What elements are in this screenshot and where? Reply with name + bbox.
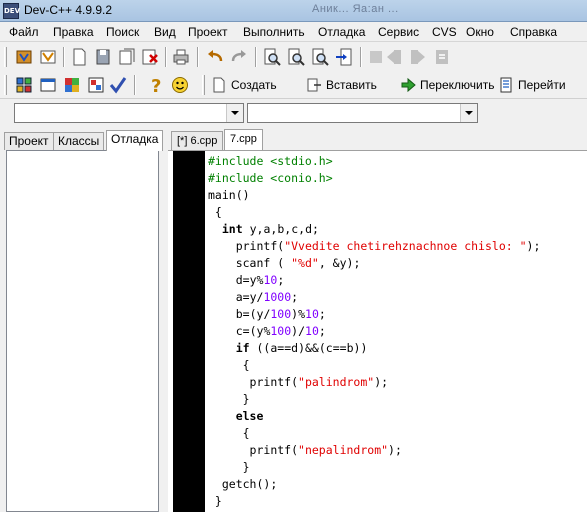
project-icon[interactable] bbox=[14, 47, 34, 67]
toggle-button[interactable]: Переключить bbox=[400, 75, 494, 95]
help-icon[interactable]: ? bbox=[146, 75, 166, 95]
code-line[interactable]: { bbox=[208, 425, 250, 442]
code-line[interactable]: a=y/1000; bbox=[208, 289, 298, 306]
insert-button[interactable]: Вставить bbox=[306, 75, 377, 95]
tab-project[interactable]: Проект bbox=[4, 132, 54, 150]
main-toolbar bbox=[0, 43, 587, 71]
code-line[interactable]: { bbox=[208, 204, 222, 221]
tab-debug[interactable]: Отладка bbox=[106, 130, 164, 151]
code-area[interactable]: #include <stdio.h> #include <conio.h> main… bbox=[208, 153, 587, 511]
find-next-icon[interactable] bbox=[310, 47, 330, 67]
code-line[interactable]: getch(); bbox=[208, 476, 277, 493]
replace-icon[interactable] bbox=[286, 47, 306, 67]
undo-icon[interactable] bbox=[205, 47, 225, 67]
debug-panel[interactable] bbox=[6, 150, 159, 512]
redo-icon[interactable] bbox=[229, 47, 249, 67]
svg-text:?: ? bbox=[151, 76, 161, 95]
code-line[interactable]: else bbox=[208, 408, 264, 425]
code-line[interactable]: if ((a==d)&&(c==b)) bbox=[208, 340, 368, 357]
menu-edit[interactable]: Правка bbox=[53, 25, 94, 39]
new-class-icon bbox=[213, 77, 225, 93]
code-line[interactable]: #include <stdio.h> bbox=[208, 153, 333, 170]
code-line[interactable]: { bbox=[208, 357, 250, 374]
devcpp-icon: DEV bbox=[3, 3, 20, 19]
find-icon[interactable] bbox=[262, 47, 282, 67]
tab-6cpp[interactable]: [*] 6.cpp bbox=[171, 131, 224, 150]
code-line[interactable]: int y,a,b,c,d; bbox=[208, 221, 319, 238]
code-line[interactable]: printf("Vvedite chetirehznachnoe chislo:… bbox=[208, 238, 541, 255]
print-icon[interactable] bbox=[171, 47, 191, 67]
code-line[interactable]: } bbox=[208, 459, 250, 476]
bookmarks-list-icon[interactable] bbox=[432, 47, 452, 67]
menu-project[interactable]: Проект bbox=[188, 25, 228, 39]
new-file-icon[interactable] bbox=[69, 47, 89, 67]
goto-line-icon[interactable] bbox=[334, 47, 354, 67]
code-line[interactable]: scanf ( "%d", &y); bbox=[208, 255, 361, 272]
toolbar-grip[interactable] bbox=[202, 75, 205, 95]
menu-view[interactable]: Вид bbox=[154, 25, 176, 39]
code-line[interactable]: printf("palindrom"); bbox=[208, 374, 389, 391]
check-syntax-icon[interactable] bbox=[108, 75, 128, 95]
editor-tabs: [*] 6.cpp 7.cpp bbox=[168, 128, 587, 150]
toggle-bookmark-icon[interactable] bbox=[366, 47, 386, 67]
save-all-icon[interactable] bbox=[117, 47, 137, 67]
prev-bookmark-icon[interactable] bbox=[384, 47, 404, 67]
code-line[interactable]: } bbox=[208, 391, 250, 408]
class-combo[interactable] bbox=[14, 103, 244, 123]
menu-cvs[interactable]: CVS bbox=[432, 25, 457, 39]
secondary-toolbar: ? Создать Вставить Переключить Перейти bbox=[0, 71, 587, 99]
toolbar-grip[interactable] bbox=[4, 75, 7, 95]
rebuild-icon[interactable] bbox=[86, 75, 106, 95]
code-line[interactable]: b=(y/100)%10; bbox=[208, 306, 326, 323]
code-line[interactable]: c=(y%100)/10; bbox=[208, 323, 326, 340]
code-line[interactable]: d=y%10; bbox=[208, 272, 285, 289]
title-bar: DEV Dev-C++ 4.9.9.2 Аник... Яа:ан ... bbox=[0, 0, 587, 22]
close-file-icon[interactable] bbox=[140, 47, 160, 67]
menu-bar: Файл Правка Поиск Вид Проект Выполнить О… bbox=[0, 22, 587, 42]
run-icon[interactable] bbox=[38, 75, 58, 95]
create-button[interactable]: Создать bbox=[211, 75, 277, 95]
compile-icon[interactable] bbox=[14, 75, 34, 95]
line-gutter bbox=[173, 151, 205, 512]
class-browser-combos bbox=[0, 99, 587, 126]
save-icon[interactable] bbox=[93, 47, 113, 67]
compile-run-icon[interactable] bbox=[62, 75, 82, 95]
chevron-down-icon[interactable] bbox=[226, 104, 243, 122]
menu-file[interactable]: Файл bbox=[9, 25, 39, 39]
background-window-tabs: Аник... Яа:ан ... bbox=[312, 3, 399, 15]
code-line[interactable]: #include <conio.h> bbox=[208, 170, 333, 187]
next-bookmark-icon[interactable] bbox=[408, 47, 428, 67]
tab-classes[interactable]: Классы bbox=[53, 132, 105, 150]
left-panel: Проект Классы Отладка bbox=[0, 128, 164, 512]
toolbar-grip[interactable] bbox=[4, 47, 7, 67]
menu-search[interactable]: Поиск bbox=[106, 25, 139, 39]
menu-debug[interactable]: Отладка bbox=[318, 25, 365, 39]
tab-7cpp[interactable]: 7.cpp bbox=[224, 129, 263, 150]
code-editor[interactable]: #include <stdio.h> #include <conio.h> main… bbox=[168, 150, 587, 512]
menu-window[interactable]: Окно bbox=[466, 25, 494, 39]
insert-icon bbox=[307, 78, 321, 92]
menu-tools[interactable]: Сервис bbox=[378, 25, 419, 39]
chevron-down-icon[interactable] bbox=[460, 104, 477, 122]
menu-run[interactable]: Выполнить bbox=[243, 25, 305, 39]
window-title: Dev-C++ 4.9.9.2 bbox=[24, 3, 113, 17]
open-icon[interactable] bbox=[38, 47, 58, 67]
member-combo[interactable] bbox=[247, 103, 478, 123]
code-line[interactable]: main() bbox=[208, 187, 250, 204]
goto-button[interactable]: Перейти bbox=[498, 75, 566, 95]
menu-help[interactable]: Справка bbox=[510, 25, 557, 39]
about-smiley-icon[interactable] bbox=[170, 75, 190, 95]
toggle-icon bbox=[401, 77, 416, 93]
goto-icon bbox=[500, 77, 512, 93]
code-line[interactable]: } bbox=[208, 493, 222, 510]
code-line[interactable]: printf("nepalindrom"); bbox=[208, 442, 402, 459]
